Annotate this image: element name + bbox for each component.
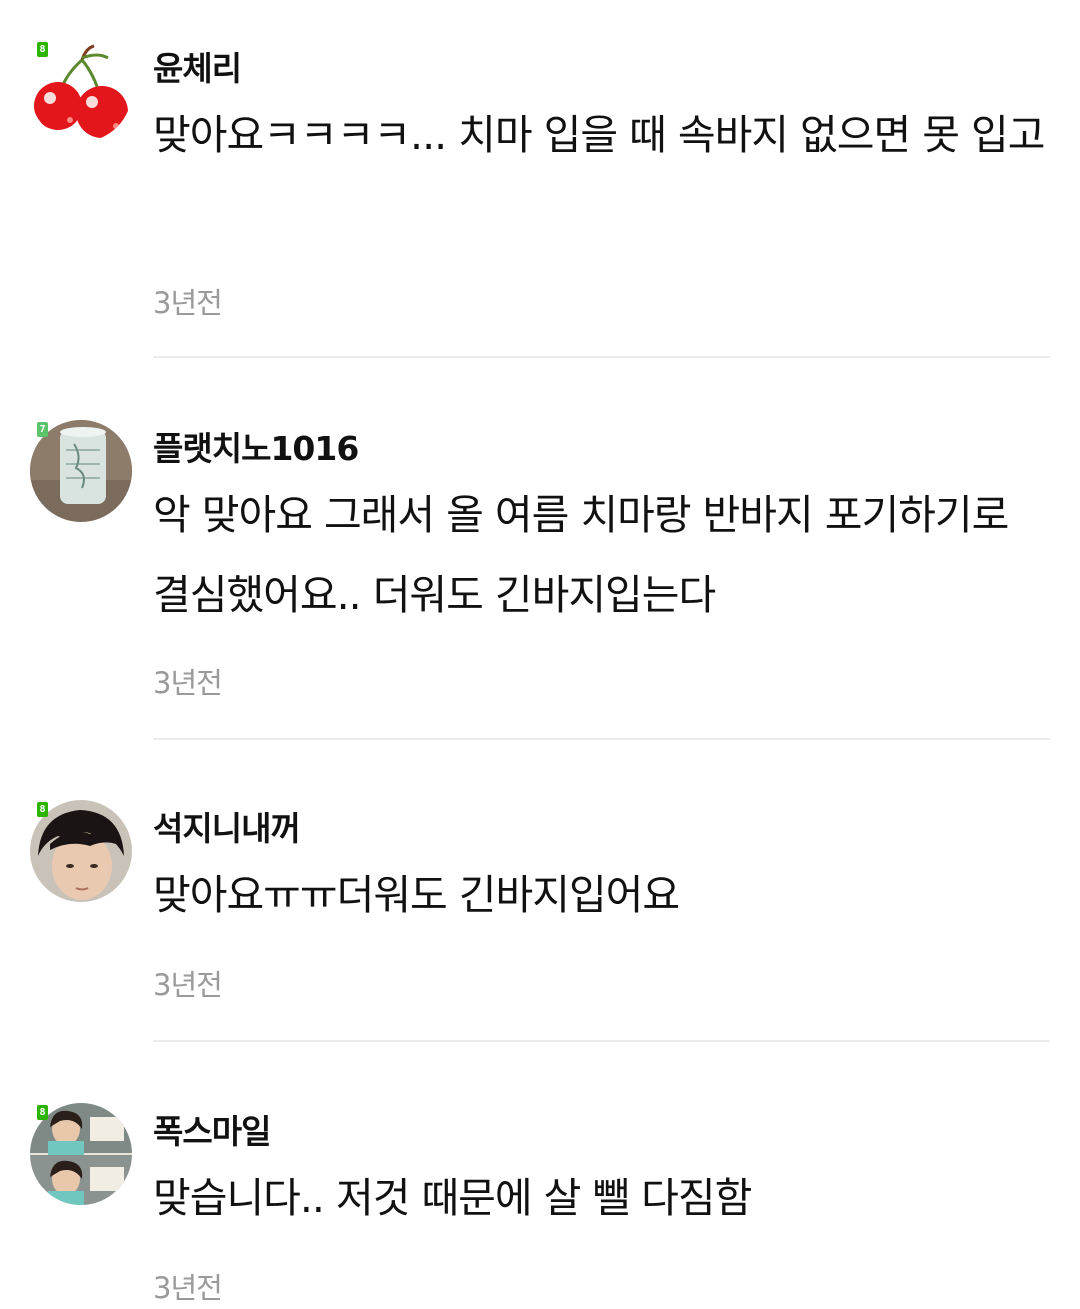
comment-time: 3년전: [153, 286, 223, 320]
comment-text: 악 맞아요 그래서 올 여름 치마랑 반바지 포기하기로 결심했어요.. 더워도…: [153, 491, 1009, 619]
comment-username[interactable]: 폭스마일: [153, 1105, 271, 1153]
comment-username[interactable]: 윤체리: [153, 42, 242, 90]
divider: [153, 738, 1050, 740]
avatar[interactable]: 8: [30, 800, 132, 902]
avatar[interactable]: 7: [30, 420, 132, 522]
comment-time: 3년전: [153, 1271, 223, 1305]
comment-username[interactable]: 석지니내꺼: [153, 802, 301, 850]
comment-username[interactable]: 플랫치노1016: [153, 422, 359, 470]
level-badge-icon: 8: [37, 802, 48, 817]
comment-text: 맞습니다.. 저것 때문에 살 뺄 다짐함: [153, 1174, 752, 1222]
comment-time: 3년전: [153, 968, 223, 1002]
avatar[interactable]: 8: [30, 1103, 132, 1205]
comment-text: 맞아요ㅋㅋㅋㅋ... 치마 입을 때 속바지 없으면 못 입고: [153, 111, 1045, 159]
comment-text: 맞아요ㅠㅠ더워도 긴바지입어요: [153, 871, 680, 919]
divider: [153, 356, 1050, 358]
level-badge-icon: 7: [37, 422, 48, 437]
comment-time: 3년전: [153, 666, 223, 700]
divider: [153, 1040, 1050, 1042]
level-badge-icon: 8: [37, 42, 48, 57]
avatar[interactable]: 8: [30, 40, 132, 142]
level-badge-icon: 8: [37, 1105, 48, 1120]
